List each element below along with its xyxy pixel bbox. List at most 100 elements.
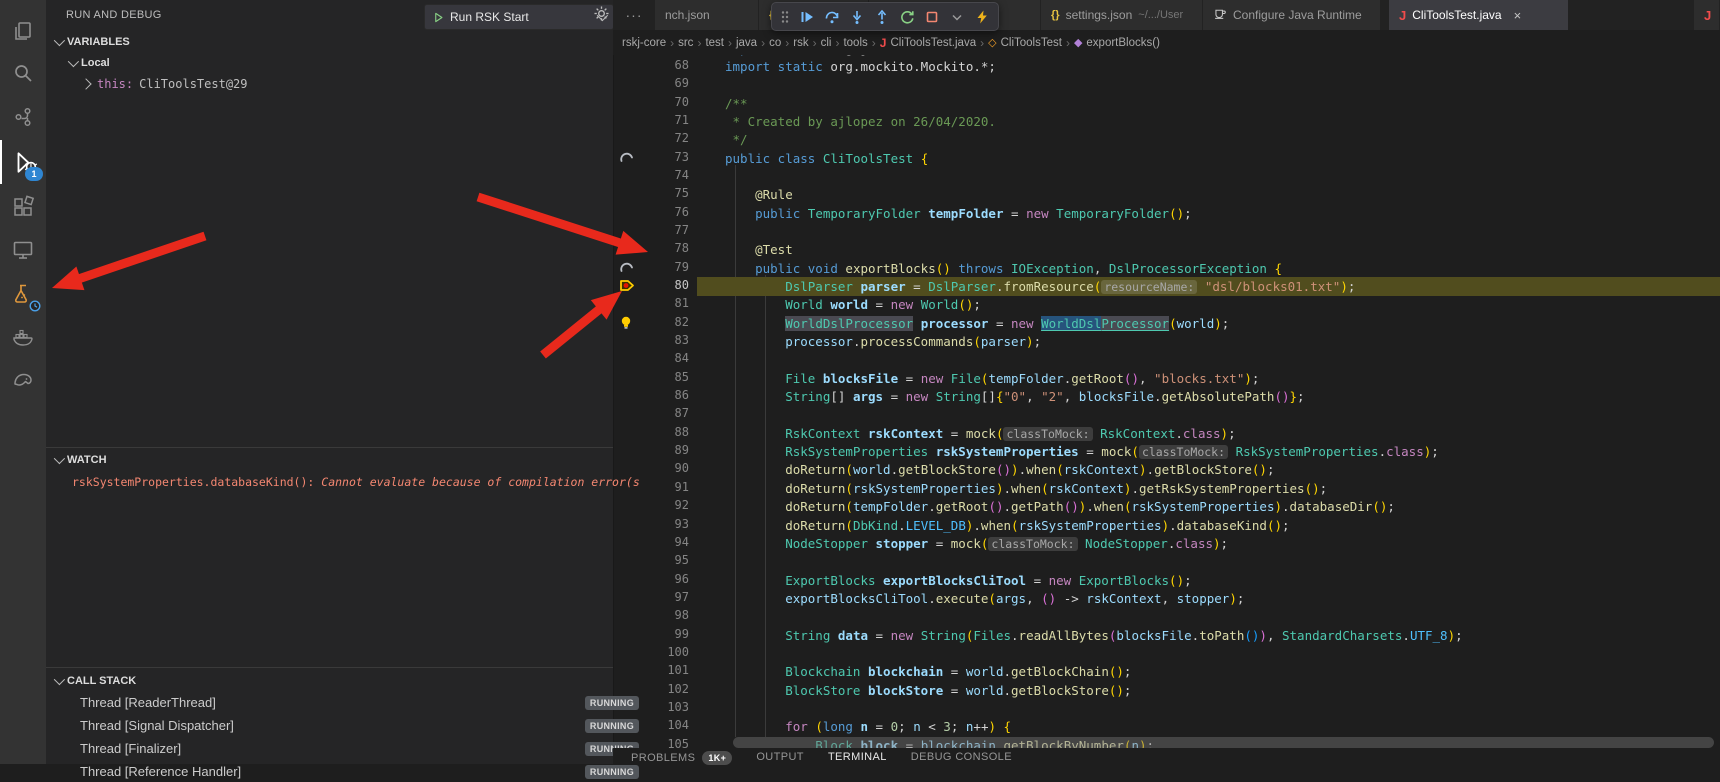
editor-tab-settings-json[interactable]: {}settings.json~/.../User	[1041, 0, 1203, 30]
code-line-96[interactable]: 96 ExportBlocks exportBlocksCliTool = ne…	[613, 571, 1720, 590]
code-line-74[interactable]: 74	[613, 167, 1720, 186]
breakpoint-current-line-icon[interactable]	[619, 278, 641, 295]
call-stack-thread-row[interactable]: Thread [Reference Handler]RUNNING	[46, 761, 647, 782]
test-progress-icon[interactable]	[619, 260, 641, 277]
panel-tab-debug-console[interactable]: DEBUG CONSOLE	[911, 748, 1012, 763]
code-line-88[interactable]: 88 RskContext rskContext = mock(classToM…	[613, 424, 1720, 443]
call-stack-thread-row[interactable]: Thread [ReaderThread]RUNNING	[46, 692, 647, 713]
code-line-97[interactable]: 97 exportBlocksCliTool.execute(args, () …	[613, 589, 1720, 608]
code-line-90[interactable]: 90 doReturn(world.getBlockStore()).when(…	[613, 460, 1720, 479]
continue-icon[interactable]	[794, 4, 819, 29]
code-line-89[interactable]: 89 RskSystemProperties rskSystemProperti…	[613, 442, 1720, 461]
code-line-71[interactable]: 71 * Created by ajlopez on 26/04/2020.	[613, 112, 1720, 131]
variables-section-header[interactable]: VARIABLES	[46, 32, 613, 52]
lightbulb-icon[interactable]	[619, 315, 641, 332]
step-out-icon[interactable]	[869, 4, 894, 29]
code-line-79[interactable]: 79 public void exportBlocks() throws IOE…	[613, 259, 1720, 278]
breadcrumb-item[interactable]: test	[705, 37, 724, 49]
code-line-73[interactable]: 73public class CliToolsTest {	[613, 149, 1720, 168]
call-stack-section-header[interactable]: CALL STACK	[46, 671, 613, 691]
tab-label: Configure Java Runtime	[1233, 8, 1362, 22]
code-line-92[interactable]: 92 doReturn(tempFolder.getRoot().getPath…	[613, 497, 1720, 516]
breadcrumb-item[interactable]: src	[678, 37, 693, 49]
code-line-72[interactable]: 72 */	[613, 130, 1720, 149]
editor-tab-configure-java-runtime[interactable]: Configure Java Runtime	[1203, 0, 1381, 30]
editor-tab[interactable]: J	[1694, 0, 1720, 30]
breadcrumb-item[interactable]: JCliToolsTest.java	[880, 36, 976, 50]
breadcrumb-item[interactable]: cli	[821, 37, 832, 49]
code-line-99[interactable]: 99 String data = new String(Files.readAl…	[613, 626, 1720, 645]
drag-grip-icon[interactable]	[776, 4, 794, 29]
editor-tab-nch-json[interactable]: nch.json	[655, 0, 759, 30]
close-icon[interactable]: ×	[1514, 8, 1522, 23]
breadcrumb-item[interactable]: java	[736, 37, 757, 49]
breadcrumb-item[interactable]: ◆exportBlocks()	[1074, 36, 1160, 49]
watch-section-header[interactable]: WATCH	[46, 450, 613, 470]
gear-icon[interactable]	[594, 6, 609, 26]
activity-remote-explorer-icon[interactable]	[0, 228, 46, 272]
breadcrumb-item[interactable]: tools	[843, 37, 867, 49]
watch-expression-row[interactable]: rskSystemProperties.databaseKind(): Cann…	[46, 471, 645, 492]
breadcrumb-item[interactable]: rskj-core	[622, 37, 666, 49]
code-line-103[interactable]: 103	[613, 699, 1720, 718]
code-line-70[interactable]: 70/**	[613, 94, 1720, 113]
code-line-77[interactable]: 77	[613, 222, 1720, 241]
test-progress-icon[interactable]	[619, 150, 641, 167]
hot-code-replace-icon[interactable]	[969, 4, 994, 29]
code-line-91[interactable]: 91 doReturn(rskSystemProperties).when(rs…	[613, 479, 1720, 498]
code-line-76[interactable]: 76 public TemporaryFolder tempFolder = n…	[613, 204, 1720, 223]
step-over-icon[interactable]	[819, 4, 844, 29]
call-stack-thread-row[interactable]: Thread [Signal Dispatcher]RUNNING	[46, 715, 647, 736]
restart-icon[interactable]	[894, 4, 919, 29]
code-line-98[interactable]: 98	[613, 607, 1720, 626]
run-config-button[interactable]: Run RSK Start	[424, 4, 614, 30]
code-line-69[interactable]: 69	[613, 75, 1720, 94]
activity-test-beaker-icon[interactable]	[0, 272, 46, 316]
code-line-94[interactable]: 94 NodeStopper stopper = mock(classToMoc…	[613, 534, 1720, 553]
breadcrumb-item[interactable]: co	[769, 37, 781, 49]
stop-icon[interactable]	[919, 4, 944, 29]
activity-extensions-icon[interactable]	[0, 185, 46, 229]
stop-chevron-icon[interactable]	[944, 4, 969, 29]
horizontal-scrollbar[interactable]	[733, 737, 1714, 748]
code-line-100[interactable]: 100	[613, 644, 1720, 663]
code-line-93[interactable]: 93 doReturn(DbKind.LEVEL_DB).when(rskSys…	[613, 516, 1720, 535]
code-line-78[interactable]: 78 @Test	[613, 240, 1720, 259]
code-line-84[interactable]: 84	[613, 350, 1720, 369]
panel-tab-problems[interactable]: PROBLEMS1K+	[631, 748, 732, 765]
activity-gradle-elephant-icon[interactable]	[0, 358, 46, 402]
editor-tab-clitoolstest-java[interactable]: JCliToolsTest.java×	[1389, 0, 1569, 30]
breadcrumb-item[interactable]: ◇CliToolsTest	[988, 36, 1062, 49]
variable-row-this[interactable]: this: CliToolsTest@29	[46, 73, 649, 94]
breadcrumb-item[interactable]: rsk	[793, 37, 808, 49]
code-line-81[interactable]: 81 World world = new World();	[613, 295, 1720, 314]
breadcrumb[interactable]: rskj-core›src›test›java›co›rsk›cli›tools…	[613, 30, 1720, 55]
code-line-102[interactable]: 102 BlockStore blockStore = world.getBlo…	[613, 681, 1720, 700]
code-line-101[interactable]: 101 Blockchain blockchain = world.getBlo…	[613, 662, 1720, 681]
variables-scope-local[interactable]: Local	[46, 53, 613, 73]
code-line-80[interactable]: 80 DslParser parser = DslParser.fromReso…	[613, 277, 1720, 296]
step-into-icon[interactable]	[844, 4, 869, 29]
code-line-75[interactable]: 75 @Rule	[613, 185, 1720, 204]
panel-tab-terminal[interactable]: TERMINAL	[828, 748, 887, 763]
panel-tab-output[interactable]: OUTPUT	[756, 748, 804, 763]
code-line-85[interactable]: 85 File blocksFile = new File(tempFolder…	[613, 369, 1720, 388]
activity-search-icon[interactable]	[0, 52, 46, 96]
activity-run-debug-icon[interactable]: 1	[0, 140, 48, 184]
thread-name: Thread [ReaderThread]	[80, 695, 216, 710]
line-number: 89	[643, 443, 689, 457]
code-line-82[interactable]: 82 WorldDslProcessor processor = new Wor…	[613, 314, 1720, 333]
code-line-68[interactable]: 68import static org.mockito.Mockito.*;	[613, 57, 1720, 76]
code-line-87[interactable]: 87	[613, 405, 1720, 424]
code-line-95[interactable]: 95	[613, 552, 1720, 571]
activity-files-copy-icon[interactable]	[0, 10, 46, 54]
more-actions-icon[interactable]: ···	[613, 0, 655, 30]
code-area[interactable]: 67import static org.junit.Assert.*;68imp…	[613, 0, 1720, 764]
activity-source-control-icon[interactable]	[0, 95, 46, 139]
code-line-86[interactable]: 86 String[] args = new String[]{"0", "2"…	[613, 387, 1720, 406]
activity-docker-whale-icon[interactable]	[0, 315, 46, 359]
code-line-104[interactable]: 104 for (long n = 0; n < 3; n++) {	[613, 717, 1720, 736]
call-stack-thread-row[interactable]: Thread [Finalizer]RUNNING	[46, 738, 647, 759]
code-line-83[interactable]: 83 processor.processCommands(parser);	[613, 332, 1720, 351]
symbol-class-icon: ◇	[988, 36, 996, 49]
